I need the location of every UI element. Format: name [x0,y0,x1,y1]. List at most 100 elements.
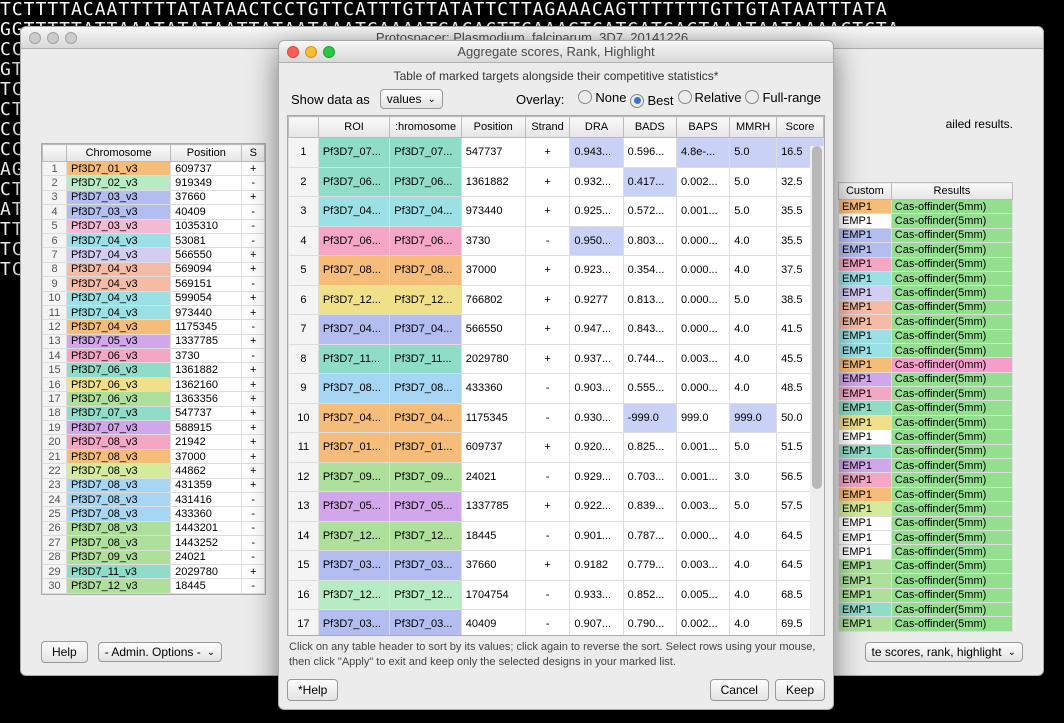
table-row[interactable]: EMP1Cas-offinder(5mm) [839,315,1013,329]
table-row[interactable]: 20Pf3D7_08_v321942+ [43,435,265,449]
table-row[interactable]: EMP1Cas-offinder(5mm) [839,444,1013,458]
table-row[interactable]: EMP1Cas-offinder(5mm) [839,545,1013,559]
table-row[interactable]: 5Pf3D7_03_v31035310- [43,219,265,233]
col-header[interactable]: S [242,145,265,162]
show-data-select[interactable]: values [380,89,443,109]
table-row[interactable]: EMP1Cas-offinder(5mm) [839,286,1013,300]
table-row[interactable]: 6Pf3D7_12...Pf3D7_12...766802+0.92770.81… [289,285,824,315]
overlay-option-full-range[interactable]: Full-range [745,90,821,105]
table-row[interactable]: EMP1Cas-offinder(5mm) [839,243,1013,257]
table-row[interactable]: EMP1Cas-offinder(0mm) [839,358,1013,372]
scrollbar[interactable] [810,146,824,635]
table-row[interactable]: 16Pf3D7_12...Pf3D7_12...1704754-0.933...… [289,580,824,610]
table-row[interactable]: 11Pf3D7_01...Pf3D7_01...609737+0.920...0… [289,433,824,463]
table-row[interactable]: 4Pf3D7_06...Pf3D7_06...3730-0.950...0.80… [289,226,824,256]
col-header[interactable]: ROI [318,117,389,138]
table-row[interactable]: 1Pf3D7_07...Pf3D7_07...547737+0.943...0.… [289,138,824,168]
table-row[interactable]: EMP1Cas-offinder(5mm) [839,372,1013,386]
help-button[interactable]: Help [41,641,88,663]
table-row[interactable]: 27Pf3D7_08_v31443252- [43,536,265,550]
cancel-button[interactable]: Cancel [710,679,769,701]
table-row[interactable]: 19Pf3D7_07_v3588915+ [43,421,265,435]
dialog-titlebar[interactable]: Aggregate scores, Rank, Highlight [279,41,833,63]
table-row[interactable]: 26Pf3D7_08_v31443201- [43,521,265,535]
table-row[interactable]: 29Pf3D7_11_v32029780+ [43,564,265,578]
col-header[interactable]: BAPS [676,117,729,138]
table-row[interactable]: 6Pf3D7_04_v353081- [43,233,265,247]
col-header[interactable]: Position [171,145,242,162]
keep-button[interactable]: Keep [775,679,825,701]
table-row[interactable]: 14Pf3D7_12...Pf3D7_12...18445-0.901...0.… [289,521,824,551]
admin-options-select[interactable]: - Admin. Options - [98,642,222,662]
table-row[interactable]: 11Pf3D7_04_v3973440+ [43,305,265,319]
aggregate-table[interactable]: ROI:hromosomePositionStrandDRABADSBAPSMM… [287,115,825,636]
table-row[interactable]: EMP1Cas-offinder(5mm) [839,487,1013,501]
table-row[interactable]: EMP1Cas-offinder(5mm) [839,300,1013,314]
table-row[interactable]: EMP1Cas-offinder(5mm) [839,502,1013,516]
table-row[interactable]: EMP1Cas-offinder(5mm) [839,430,1013,444]
table-row[interactable]: 4Pf3D7_03_v340409- [43,205,265,219]
table-row[interactable]: EMP1Cas-offinder(5mm) [839,329,1013,343]
table-row[interactable]: 3Pf3D7_03_v337660+ [43,190,265,204]
table-row[interactable]: 16Pf3D7_06_v31362160+ [43,377,265,391]
table-row[interactable]: 17Pf3D7_03...Pf3D7_03...40409-0.907...0.… [289,610,824,637]
table-row[interactable]: 10Pf3D7_04_v3599054+ [43,291,265,305]
table-row[interactable]: 23Pf3D7_08_v3431359+ [43,478,265,492]
table-row[interactable]: 3Pf3D7_04...Pf3D7_04...973440+0.925...0.… [289,197,824,227]
table-row[interactable]: 7Pf3D7_04_v3566550+ [43,248,265,262]
table-row[interactable]: EMP1Cas-offinder(5mm) [839,602,1013,616]
table-row[interactable]: EMP1Cas-offinder(5mm) [839,257,1013,271]
table-row[interactable]: 12Pf3D7_09...Pf3D7_09...24021-0.929...0.… [289,462,824,492]
table-row[interactable]: EMP1Cas-offinder(5mm) [839,401,1013,415]
col-header[interactable]: DRA [570,117,623,138]
table-row[interactable]: 8Pf3D7_11...Pf3D7_11...2029780+0.937...0… [289,344,824,374]
table-row[interactable]: EMP1Cas-offinder(5mm) [839,387,1013,401]
overlay-option-best[interactable]: Best [630,93,673,108]
table-row[interactable]: 13Pf3D7_05...Pf3D7_05...1337785+0.922...… [289,492,824,522]
col-header[interactable]: Results [891,183,1012,200]
table-row[interactable]: EMP1Cas-offinder(5mm) [839,559,1013,573]
col-header[interactable]: Score [777,117,824,138]
table-row[interactable]: 13Pf3D7_05_v31337785+ [43,334,265,348]
col-header[interactable] [289,117,319,138]
left-table[interactable]: ChromosomePositionS1Pf3D7_01_v3609737+2P… [41,143,266,595]
table-row[interactable]: EMP1Cas-offinder(5mm) [839,530,1013,544]
table-row[interactable]: 24Pf3D7_08_v3431416- [43,492,265,506]
table-row[interactable]: 30Pf3D7_12_v318445- [43,579,265,593]
table-row[interactable]: 12Pf3D7_04_v31175345- [43,320,265,334]
table-row[interactable]: 15Pf3D7_06_v31361882+ [43,363,265,377]
col-header[interactable]: MMRH [730,117,777,138]
table-row[interactable]: 9Pf3D7_08...Pf3D7_08...433360-0.903...0.… [289,374,824,404]
table-row[interactable]: 25Pf3D7_08_v3433360- [43,507,265,521]
table-row[interactable]: 9Pf3D7_04_v3569151- [43,277,265,291]
table-row[interactable]: EMP1Cas-offinder(5mm) [839,343,1013,357]
table-row[interactable]: EMP1Cas-offinder(5mm) [839,459,1013,473]
table-row[interactable]: EMP1Cas-offinder(5mm) [839,214,1013,228]
col-header[interactable]: Chromosome [67,145,171,162]
dialog-help-button[interactable]: *Help [287,679,338,701]
right-table[interactable]: CustomResultsEMP1Cas-offinder(5mm)EMP1Ca… [838,182,1013,632]
table-row[interactable]: 15Pf3D7_03...Pf3D7_03...37660+0.91820.77… [289,551,824,581]
table-row[interactable]: 2Pf3D7_06...Pf3D7_06...1361882+0.932...0… [289,167,824,197]
table-row[interactable]: 5Pf3D7_08...Pf3D7_08...37000+0.923...0.3… [289,256,824,286]
table-row[interactable]: 8Pf3D7_04_v3569094+ [43,262,265,276]
overlay-option-relative[interactable]: Relative [678,90,742,105]
table-row[interactable]: EMP1Cas-offinder(5mm) [839,228,1013,242]
table-row[interactable]: EMP1Cas-offinder(5mm) [839,473,1013,487]
col-header[interactable]: Strand [525,117,570,138]
table-row[interactable]: 1Pf3D7_01_v3609737+ [43,162,265,176]
table-row[interactable]: 14Pf3D7_06_v33730- [43,349,265,363]
table-row[interactable]: 28Pf3D7_09_v324021- [43,550,265,564]
table-row[interactable]: 22Pf3D7_08_v344862+ [43,464,265,478]
col-header[interactable] [43,145,67,162]
table-row[interactable]: 18Pf3D7_07_v3547737+ [43,406,265,420]
overlay-option-none[interactable]: None [578,90,626,105]
col-header[interactable]: Position [461,117,525,138]
table-row[interactable]: 21Pf3D7_08_v337000+ [43,449,265,463]
table-row[interactable]: 10Pf3D7_04...Pf3D7_04...1175345-0.930...… [289,403,824,433]
table-row[interactable]: EMP1Cas-offinder(5mm) [839,271,1013,285]
table-row[interactable]: 7Pf3D7_04...Pf3D7_04...566550+0.947...0.… [289,315,824,345]
table-row[interactable]: EMP1Cas-offinder(5mm) [839,200,1013,214]
col-header[interactable]: BADS [623,117,676,138]
table-row[interactable]: EMP1Cas-offinder(5mm) [839,574,1013,588]
